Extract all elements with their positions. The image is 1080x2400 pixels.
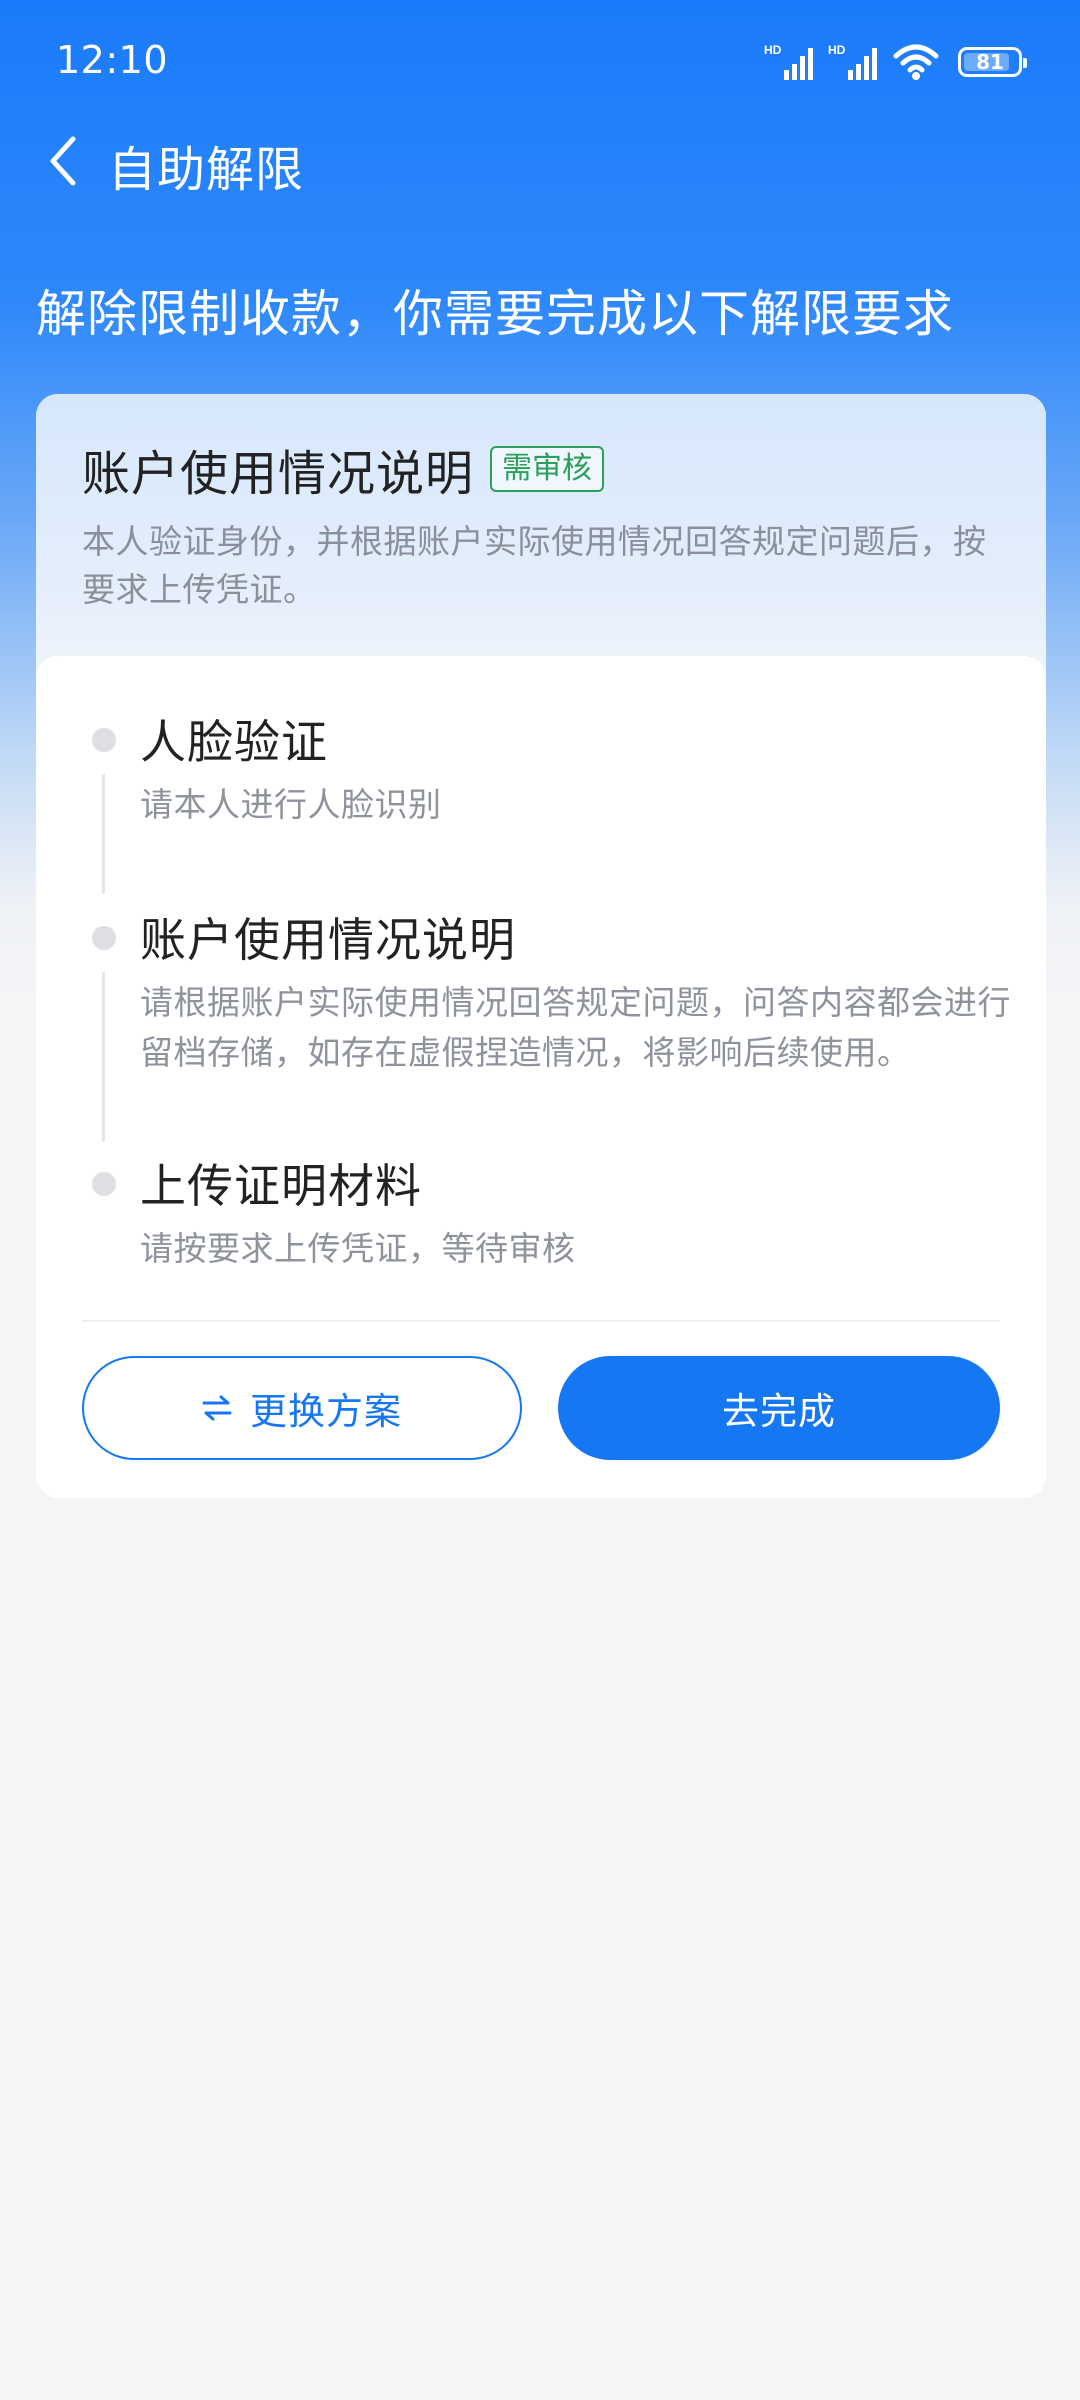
step-title: 上传证明材料 bbox=[140, 1159, 422, 1213]
step-dot bbox=[92, 1172, 116, 1196]
signal-hd-label-1: HD bbox=[764, 43, 782, 57]
go-complete-button[interactable]: 去完成 bbox=[558, 1356, 1000, 1460]
review-badge: 需审核 bbox=[490, 446, 605, 492]
step-dot bbox=[92, 926, 116, 950]
cellular-signal-icon-2: HD bbox=[828, 43, 877, 80]
step-description: 请根据账户实际使用情况回答规定问题，问答内容都会进行留档存储，如存在虚假捏造情况… bbox=[140, 983, 1011, 1072]
swap-arrows-icon bbox=[202, 1395, 232, 1421]
signal-hd-label-2: HD bbox=[828, 43, 846, 57]
step-connector bbox=[102, 774, 105, 894]
cellular-signal-icon: HD bbox=[764, 43, 813, 80]
chevron-left-icon bbox=[50, 136, 76, 186]
card-description: 本人验证身份，并根据账户实际使用情况回答规定问题后，按要求上传凭证。 bbox=[82, 522, 987, 609]
step-dot bbox=[92, 728, 116, 752]
wifi-icon bbox=[893, 44, 939, 80]
switch-plan-button[interactable]: 更换方案 bbox=[82, 1356, 522, 1460]
status-bar: 12:10 HD HD 81 bbox=[0, 0, 1080, 120]
nav-bar: 自助解限 bbox=[0, 120, 1080, 200]
page-title: 自助解限 bbox=[108, 142, 305, 198]
status-time: 12:10 bbox=[56, 38, 169, 82]
card-title: 账户使用情况说明 bbox=[82, 446, 475, 502]
card-header: 账户使用情况说明 需审核 本人验证身份，并根据账户实际使用情况回答规定问题后，按… bbox=[36, 394, 1046, 694]
requirements-card: 账户使用情况说明 需审核 本人验证身份，并根据账户实际使用情况回答规定问题后，按… bbox=[36, 394, 1046, 1498]
back-button[interactable] bbox=[28, 126, 98, 196]
divider bbox=[82, 1320, 1000, 1322]
step-title: 账户使用情况说明 bbox=[140, 913, 516, 967]
headline: 解除限制收款，你需要完成以下解限要求 bbox=[36, 285, 954, 343]
battery-icon: 81 bbox=[958, 47, 1027, 77]
step-title: 人脸验证 bbox=[140, 715, 328, 769]
switch-plan-label: 更换方案 bbox=[250, 1390, 402, 1433]
go-complete-label: 去完成 bbox=[722, 1390, 836, 1433]
step-description: 请按要求上传凭证，等待审核 bbox=[140, 1229, 576, 1268]
step-connector bbox=[102, 972, 105, 1142]
step-description: 请本人进行人脸识别 bbox=[140, 785, 442, 824]
battery-level: 81 bbox=[976, 50, 1004, 74]
card-title-row: 账户使用情况说明 需审核 bbox=[82, 434, 605, 504]
status-icons: HD HD 81 bbox=[764, 40, 1027, 84]
